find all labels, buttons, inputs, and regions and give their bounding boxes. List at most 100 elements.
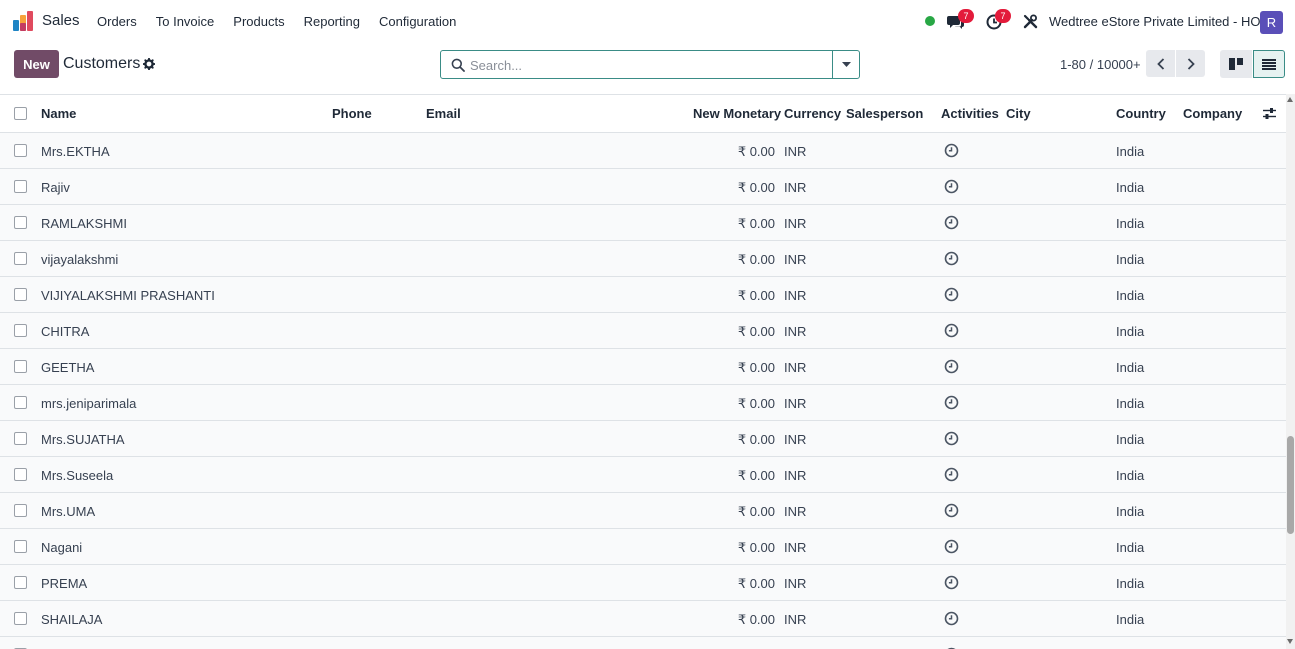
search-input[interactable] [470,54,830,76]
table-row[interactable]: RAMLAKSHMI ₹ 0.00 INR India [0,205,1286,241]
activity-clock-icon[interactable] [944,539,959,554]
menu-item-configuration[interactable]: Configuration [379,14,456,29]
table-row[interactable]: Mrs.UMA ₹ 0.00 INR India [0,493,1286,529]
table-row[interactable]: SHAILAJA ₹ 0.00 INR India [0,601,1286,637]
currency-value: INR [784,324,807,339]
pager-next-button[interactable] [1176,50,1205,77]
app-name[interactable]: Sales [42,12,80,29]
optional-columns-icon[interactable] [1262,106,1277,121]
row-checkbox[interactable] [14,468,27,481]
menu-item-products[interactable]: Products [233,14,284,29]
new-monetary-value: ₹ 0.00 [737,144,775,159]
column-header-activities[interactable]: Activities [941,106,999,121]
row-checkbox[interactable] [14,360,27,373]
scrollbar-thumb[interactable] [1287,436,1294,534]
activity-clock-icon[interactable] [944,611,959,626]
column-header-email[interactable]: Email [426,106,461,121]
menu-item-reporting[interactable]: Reporting [304,14,360,29]
new-monetary-value: ₹ 0.00 [737,576,775,591]
column-header-phone[interactable]: Phone [332,106,372,121]
row-checkbox[interactable] [14,396,27,409]
row-checkbox[interactable] [14,612,27,625]
row-checkbox[interactable] [14,180,27,193]
table-row[interactable]: Rajiv ₹ 0.00 INR India [0,169,1286,205]
column-header-name[interactable]: Name [41,106,76,121]
customer-name: CHITRA [41,324,90,339]
vertical-scrollbar[interactable] [1286,94,1295,649]
activity-clock-icon[interactable] [944,359,959,374]
table-row[interactable]: Mrs.Suseela ₹ 0.00 INR India [0,457,1286,493]
activity-clock-icon[interactable] [944,143,959,158]
currency-value: INR [784,180,807,195]
table-row[interactable]: Mrs.EKTHA ₹ 0.00 INR India [0,133,1286,169]
row-checkbox[interactable] [14,576,27,589]
table-row[interactable]: CHITRA ₹ 0.00 INR India [0,313,1286,349]
table-row[interactable]: vijayalakshmi ₹ 0.00 INR India [0,241,1286,277]
column-header-new-monetary[interactable]: New Monetary [693,106,781,121]
scroll-down-arrow-icon[interactable] [1287,639,1293,644]
customer-name: SHAILAJA [41,612,103,627]
table-row[interactable]: Nagani ₹ 0.00 INR India [0,529,1286,565]
row-checkbox[interactable] [14,144,27,157]
activity-clock-icon[interactable] [944,503,959,518]
column-header-country[interactable]: Country [1116,106,1166,121]
row-checkbox[interactable] [14,540,27,553]
column-header-currency[interactable]: Currency [784,106,841,121]
sales-app-icon[interactable] [13,11,33,31]
row-checkbox[interactable] [14,504,27,517]
country-value: India [1116,144,1145,159]
new-button[interactable]: New [14,50,59,78]
activity-clock-icon[interactable] [944,467,959,482]
table-row[interactable]: mrs.jeniparimala ₹ 0.00 INR India [0,385,1286,421]
row-checkbox[interactable] [14,288,27,301]
user-avatar[interactable]: R [1260,11,1283,34]
new-monetary-value: ₹ 0.00 [737,180,775,195]
search-options-toggle[interactable] [832,51,859,78]
customer-name: Rajiv [41,180,70,195]
new-monetary-value: ₹ 0.00 [737,288,775,303]
activity-clock-icon[interactable] [944,395,959,410]
scroll-up-arrow-icon[interactable] [1287,97,1293,102]
company-switcher[interactable]: Wedtree eStore Private Limited - HO [1049,14,1260,29]
activity-clock-icon[interactable] [944,251,959,266]
table-row[interactable] [0,637,1286,649]
column-header-city[interactable]: City [1006,106,1031,121]
country-value: India [1116,468,1145,483]
activity-clock-icon[interactable] [944,179,959,194]
table-row[interactable]: VIJIYALAKSHMI PRASHANTI ₹ 0.00 INR India [0,277,1286,313]
tools-icon[interactable] [1023,14,1038,29]
activity-clock-icon[interactable] [944,431,959,446]
activity-clock-icon[interactable] [944,215,959,230]
kanban-view-button[interactable] [1220,50,1252,78]
pager-previous-button[interactable] [1146,50,1175,77]
new-monetary-value: ₹ 0.00 [737,432,775,447]
pager-value[interactable]: 1-80 / 10000+ [1060,57,1141,72]
activity-clock-icon[interactable] [944,323,959,338]
menu-item-orders[interactable]: Orders [97,14,137,29]
gear-icon[interactable] [143,58,155,70]
column-header-company[interactable]: Company [1183,106,1242,121]
select-all-checkbox[interactable] [14,107,27,120]
row-checkbox[interactable] [14,324,27,337]
menu-item-to-invoice[interactable]: To Invoice [156,14,215,29]
customer-name: VIJIYALAKSHMI PRASHANTI [41,288,215,303]
currency-value: INR [784,468,807,483]
new-monetary-value: ₹ 0.00 [737,468,775,483]
customer-name: GEETHA [41,360,95,375]
activity-clock-icon[interactable] [944,287,959,302]
page-title[interactable]: Customers [63,55,140,73]
activity-clock-icon[interactable] [944,575,959,590]
currency-value: INR [784,540,807,555]
row-checkbox[interactable] [14,216,27,229]
customers-table: Name Phone Email New Monetary Currency S… [0,94,1286,649]
table-row[interactable]: PREMA ₹ 0.00 INR India [0,565,1286,601]
row-checkbox[interactable] [14,252,27,265]
row-checkbox[interactable] [14,432,27,445]
table-row[interactable]: Mrs.SUJATHA ₹ 0.00 INR India [0,421,1286,457]
table-header: Name Phone Email New Monetary Currency S… [0,94,1286,133]
column-header-salesperson[interactable]: Salesperson [846,106,923,121]
list-view-button[interactable] [1253,50,1285,78]
main-menu: Orders To Invoice Products Reporting Con… [97,14,475,29]
search-icon [451,58,465,72]
table-row[interactable]: GEETHA ₹ 0.00 INR India [0,349,1286,385]
